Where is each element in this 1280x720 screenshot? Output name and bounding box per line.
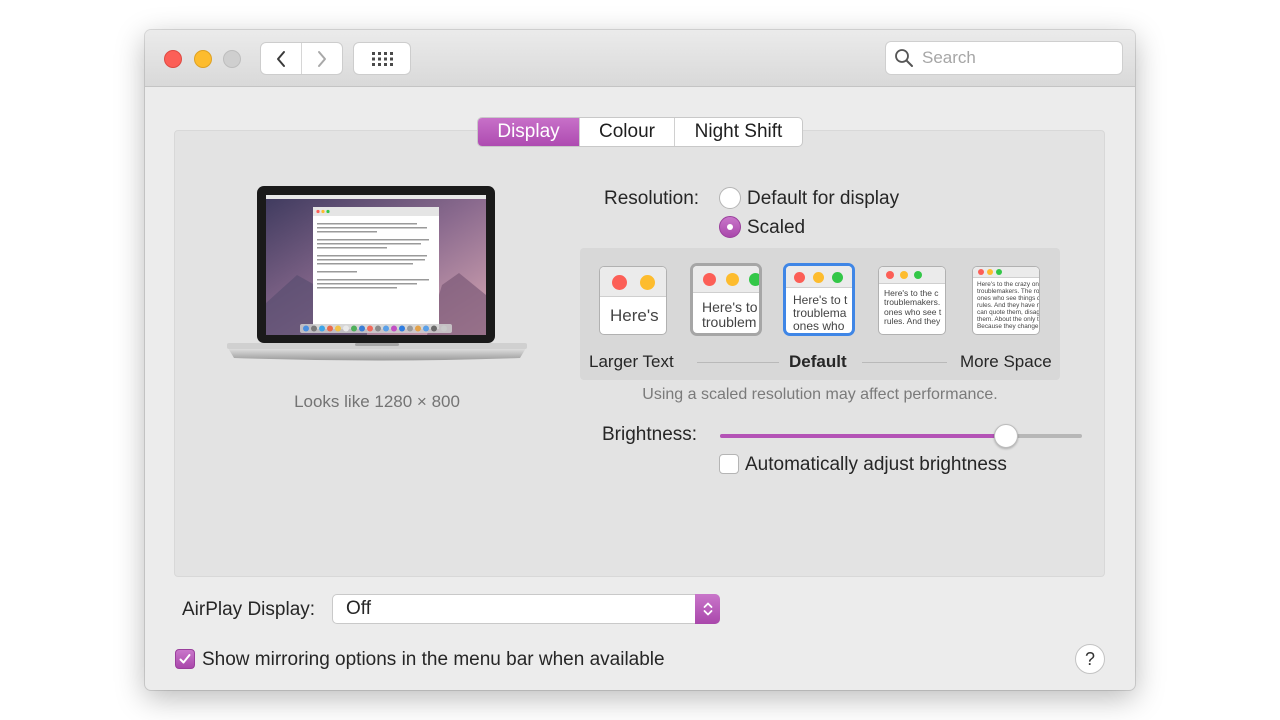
macbook-preview-image [227,186,527,361]
scale-option-larger-text[interactable]: Here's [600,267,666,334]
brightness-slider-knob[interactable] [993,424,1018,448]
navigation-buttons [260,42,343,75]
tab-bar: Display Colour Night Shift [477,117,803,147]
mirroring-options-checkbox[interactable] [175,649,195,669]
radio-scaled-label: Scaled [747,217,806,238]
scaled-resolution-picker: Here's Here's to troublem Here's to t tr… [580,248,1060,380]
help-label: ? [1084,648,1095,669]
brightness-slider-fill [720,434,1006,438]
scale-option-more-space[interactable]: Here's to the crazy one troublemakers. T… [973,267,1039,334]
scale-label-default: Default [789,352,847,371]
search-input[interactable] [922,48,1112,68]
airplay-display-label: AirPlay Display: [182,599,316,620]
radio-default-for-display[interactable] [719,187,741,209]
minimize-button[interactable] [194,50,212,68]
performance-hint: Using a scaled resolution may affect per… [642,386,998,403]
chevron-left-icon [277,50,285,67]
titlebar [145,30,1135,87]
search-field[interactable] [885,41,1123,75]
mirroring-options-label: Show mirroring options in the menu bar w… [202,649,665,670]
show-all-button[interactable] [353,42,411,75]
chevron-right-icon [318,50,326,67]
airplay-display-value: Off [346,598,371,619]
scale-divider-left [697,362,779,363]
scale-option-default[interactable]: Here's to t troublema ones who [786,266,852,333]
forward-button[interactable] [301,43,342,74]
search-icon [895,49,913,67]
tab-colour[interactable]: Colour [579,118,674,146]
brightness-label: Brightness: [602,424,698,445]
radio-default-label: Default for display [747,188,900,209]
scale-option-4[interactable]: Here's to the c troublemakers. ones who … [879,267,945,334]
display-preferences-window: Display Colour Night Shift [145,30,1135,690]
scale-option-2[interactable]: Here's to troublem [693,266,759,333]
tab-night-shift[interactable]: Night Shift [674,118,802,146]
brightness-slider[interactable] [720,424,1082,448]
auto-brightness-label: Automatically adjust brightness [745,454,1007,475]
back-button[interactable] [261,43,301,74]
scale-label-more-space: More Space [960,352,1052,371]
scale-label-larger-text: Larger Text [589,352,674,371]
airplay-display-popup[interactable]: Off [332,594,720,624]
help-button[interactable]: ? [1075,644,1105,674]
resolution-label: Resolution: [604,188,700,209]
grid-icon [372,51,393,66]
zoom-button[interactable] [223,50,241,68]
radio-scaled[interactable] [719,216,741,238]
scale-divider-right [862,362,947,363]
close-button[interactable] [164,50,182,68]
tab-display[interactable]: Display [478,118,579,146]
updown-arrows-icon [695,594,720,624]
resolution-summary: Looks like 1280 × 800 [294,392,460,411]
auto-brightness-checkbox[interactable] [719,454,739,474]
checkmark-icon [179,654,191,664]
